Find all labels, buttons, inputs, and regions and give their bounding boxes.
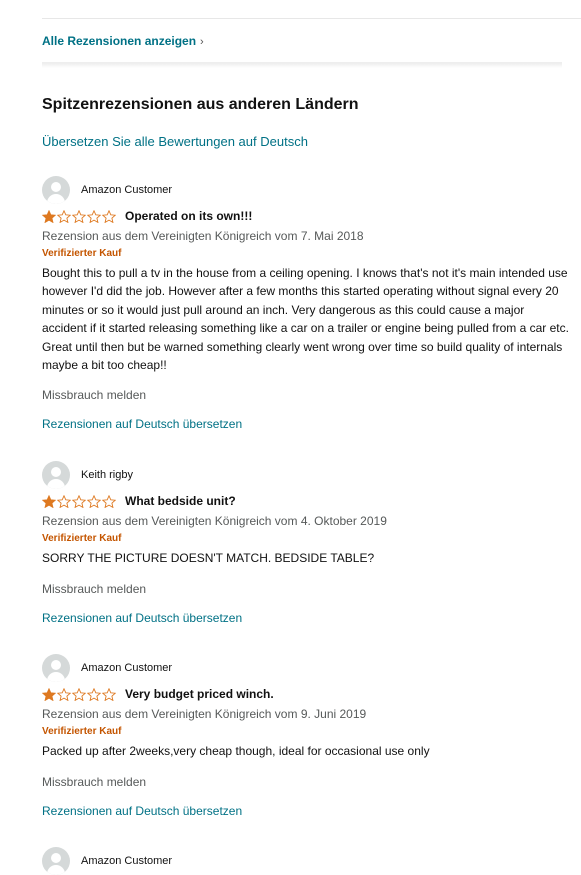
chevron-right-icon: › <box>200 36 204 48</box>
top-divider <box>42 18 581 19</box>
default-profile-icon <box>42 461 70 489</box>
reviewer-name[interactable]: Keith rigby <box>81 469 133 481</box>
reviewer-name[interactable]: Amazon Customer <box>81 184 172 196</box>
star-filled-icon <box>42 687 56 701</box>
default-profile-icon <box>42 847 70 875</box>
star-empty-icon <box>72 209 86 223</box>
see-all-reviews-link[interactable]: Alle Rezensionen anzeigen › <box>42 34 204 48</box>
review-card: Amazon Customer <box>42 847 572 875</box>
star-empty-icon <box>72 687 86 701</box>
review-title[interactable]: Operated on its own!!! <box>125 209 252 223</box>
default-profile-icon <box>42 654 70 682</box>
review-title[interactable]: Very budget priced winch. <box>125 687 274 701</box>
translate-review-link[interactable]: Rezensionen auf Deutsch übersetzen <box>42 611 572 625</box>
star-filled-icon <box>42 209 56 223</box>
reviewer-profile[interactable]: Amazon Customer <box>42 847 572 875</box>
review-card: Keith rigby What bedside unit? Rezension… <box>42 461 572 625</box>
report-abuse-link[interactable]: Missbrauch melden <box>42 582 572 596</box>
review-card: Amazon Customer Operated on its own!!! R… <box>42 176 572 431</box>
star-empty-icon <box>57 209 71 223</box>
star-empty-icon <box>87 494 101 508</box>
star-empty-icon <box>87 687 101 701</box>
verified-purchase-badge: Verifizierter Kauf <box>42 726 122 737</box>
translate-review-link[interactable]: Rezensionen auf Deutsch übersetzen <box>42 804 572 818</box>
translate-review-link[interactable]: Rezensionen auf Deutsch übersetzen <box>42 417 572 431</box>
star-empty-icon <box>57 687 71 701</box>
review-title[interactable]: What bedside unit? <box>125 494 236 508</box>
review-date: Rezension aus dem Vereinigten Königreich… <box>42 707 367 721</box>
star-empty-icon <box>102 687 116 701</box>
reviewer-profile[interactable]: Amazon Customer <box>42 176 572 204</box>
star-empty-icon <box>87 209 101 223</box>
review-body: SORRY THE PICTURE DOESN'T MATCH. BEDSIDE… <box>42 551 375 565</box>
review-date: Rezension aus dem Vereinigten Königreich… <box>42 514 387 528</box>
verified-purchase-badge: Verifizierter Kauf <box>42 248 122 259</box>
star-empty-icon <box>102 494 116 508</box>
see-all-reviews-label[interactable]: Alle Rezensionen anzeigen <box>42 34 196 48</box>
reviewer-profile[interactable]: Amazon Customer <box>42 654 572 682</box>
reviewer-profile[interactable]: Keith rigby <box>42 461 572 489</box>
report-abuse-link[interactable]: Missbrauch melden <box>42 388 572 402</box>
translate-all-reviews-link[interactable]: Übersetzen Sie alle Bewertungen auf Deut… <box>42 134 308 149</box>
star-empty-icon <box>102 209 116 223</box>
star-filled-icon <box>42 494 56 508</box>
review-date: Rezension aus dem Vereinigten Königreich… <box>42 229 364 243</box>
star-empty-icon <box>72 494 86 508</box>
review-card: Amazon Customer Very budget priced winch… <box>42 654 572 818</box>
default-profile-icon <box>42 176 70 204</box>
section-title: Spitzenrezensionen aus anderen Ländern <box>42 96 359 113</box>
reviewer-name[interactable]: Amazon Customer <box>81 855 172 867</box>
review-body: Bought this to pull a tv in the house fr… <box>42 266 569 373</box>
star-rating[interactable] <box>42 209 117 223</box>
reviewer-name[interactable]: Amazon Customer <box>81 662 172 674</box>
star-rating[interactable] <box>42 687 117 701</box>
verified-purchase-badge: Verifizierter Kauf <box>42 533 122 544</box>
section-divider <box>42 62 562 68</box>
star-rating[interactable] <box>42 494 117 508</box>
review-body: Packed up after 2weeks,very cheap though… <box>42 744 430 758</box>
star-empty-icon <box>57 494 71 508</box>
report-abuse-link[interactable]: Missbrauch melden <box>42 775 572 789</box>
